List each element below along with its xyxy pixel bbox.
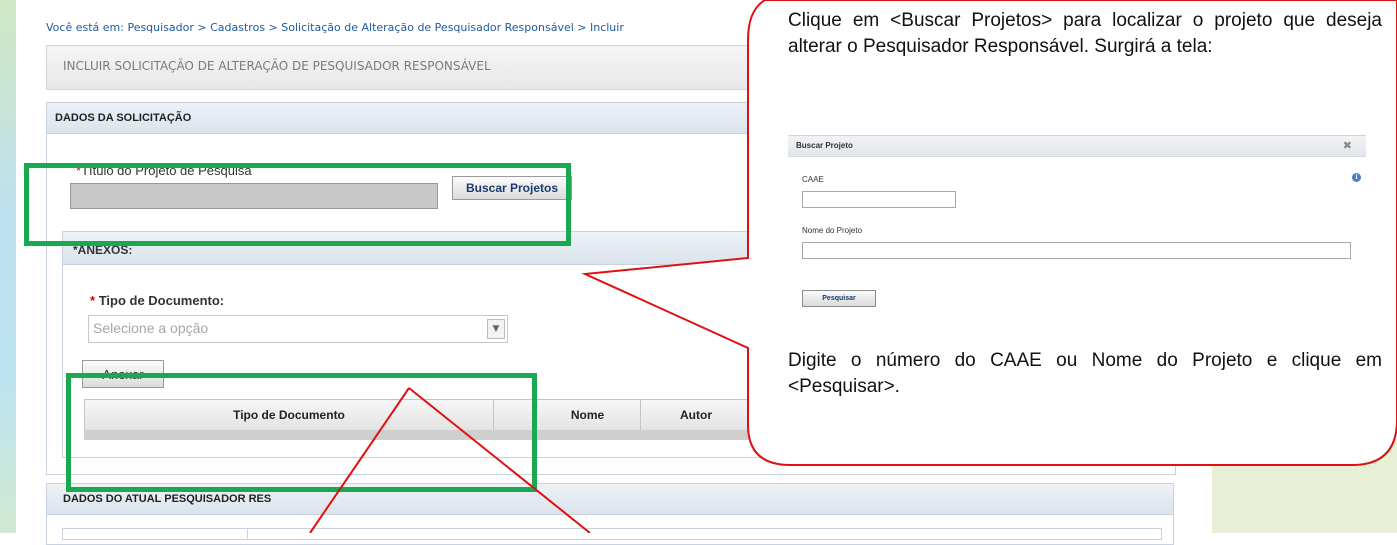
- nome-projeto-label: Nome do Projeto: [802, 226, 863, 235]
- dialog-title-bar: Buscar Projeto ✖: [788, 136, 1366, 157]
- close-icon[interactable]: ✖: [1343, 139, 1352, 152]
- pesquisar-button[interactable]: Pesquisar: [802, 290, 876, 307]
- nome-projeto-input[interactable]: [802, 242, 1351, 259]
- caae-input[interactable]: [802, 191, 956, 208]
- callout-text-bottom: Digite o número do CAAE ou Nome do Proje…: [788, 350, 1382, 397]
- dialog-title: Buscar Projeto: [796, 141, 853, 150]
- info-icon: i: [1352, 173, 1361, 182]
- caae-label: CAAE: [802, 175, 824, 184]
- callout-text-top: Clique em <Buscar Projetos> para localiz…: [788, 10, 1382, 57]
- buscar-projeto-dialog: Buscar Projeto ✖ i CAAE Nome do Projeto …: [788, 135, 1366, 319]
